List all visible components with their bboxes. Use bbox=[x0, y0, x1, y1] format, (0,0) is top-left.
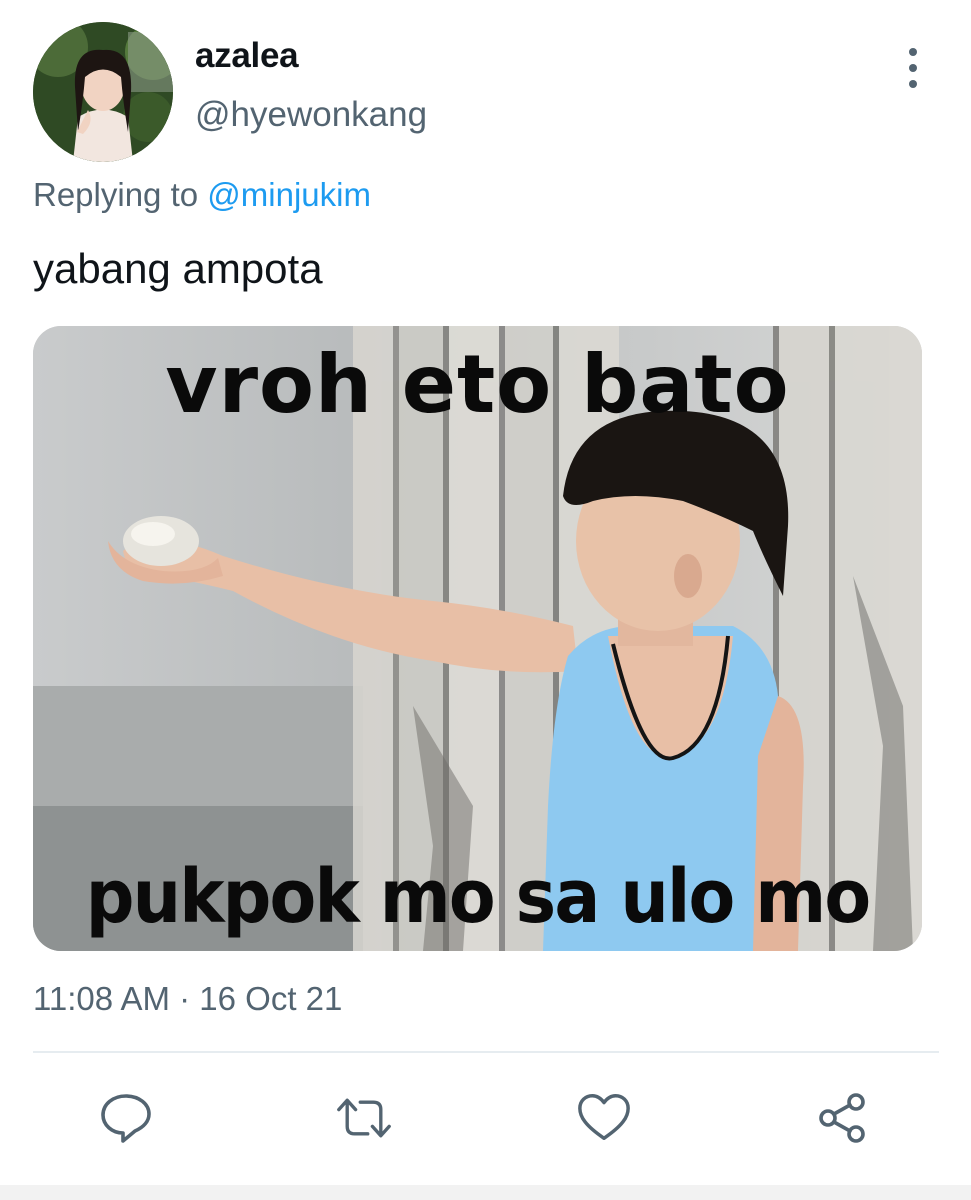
display-name[interactable]: azalea bbox=[195, 36, 299, 76]
heart-icon bbox=[578, 1094, 630, 1141]
divider bbox=[33, 1051, 939, 1053]
share-icon bbox=[819, 1093, 865, 1143]
more-dot bbox=[909, 80, 917, 88]
tweet-media[interactable]: vroh eto bato pukpok mo sa ulo mo bbox=[33, 326, 922, 951]
more-dot bbox=[909, 64, 917, 72]
meme-caption-bottom: pukpok mo sa ulo mo bbox=[85, 854, 871, 940]
user-handle[interactable]: @hyewonkang bbox=[195, 95, 427, 135]
avatar-image bbox=[33, 22, 173, 162]
share-button[interactable] bbox=[814, 1090, 870, 1146]
more-vertical-icon bbox=[909, 48, 917, 56]
more-options-button[interactable] bbox=[893, 44, 933, 92]
action-bar bbox=[0, 1090, 971, 1150]
comment-icon bbox=[101, 1094, 151, 1143]
retweet-button[interactable] bbox=[336, 1090, 392, 1146]
tweet: azalea @hyewonkang Replying to @minjukim… bbox=[0, 0, 971, 1200]
avatar[interactable] bbox=[33, 22, 173, 162]
reply-button[interactable] bbox=[98, 1090, 154, 1146]
replying-to-label: Replying to bbox=[33, 176, 208, 213]
meme-caption-top: vroh eto bato bbox=[165, 338, 790, 431]
bottom-strip bbox=[0, 1185, 971, 1200]
reply-mention-link[interactable]: @minjukim bbox=[207, 176, 371, 213]
tweet-timestamp[interactable]: 11:08 AM · 16 Oct 21 bbox=[33, 980, 342, 1018]
replying-to: Replying to @minjukim bbox=[33, 176, 371, 214]
tweet-text: yabang ampota bbox=[33, 245, 323, 292]
retweet-icon bbox=[337, 1098, 391, 1138]
like-button[interactable] bbox=[576, 1090, 632, 1146]
